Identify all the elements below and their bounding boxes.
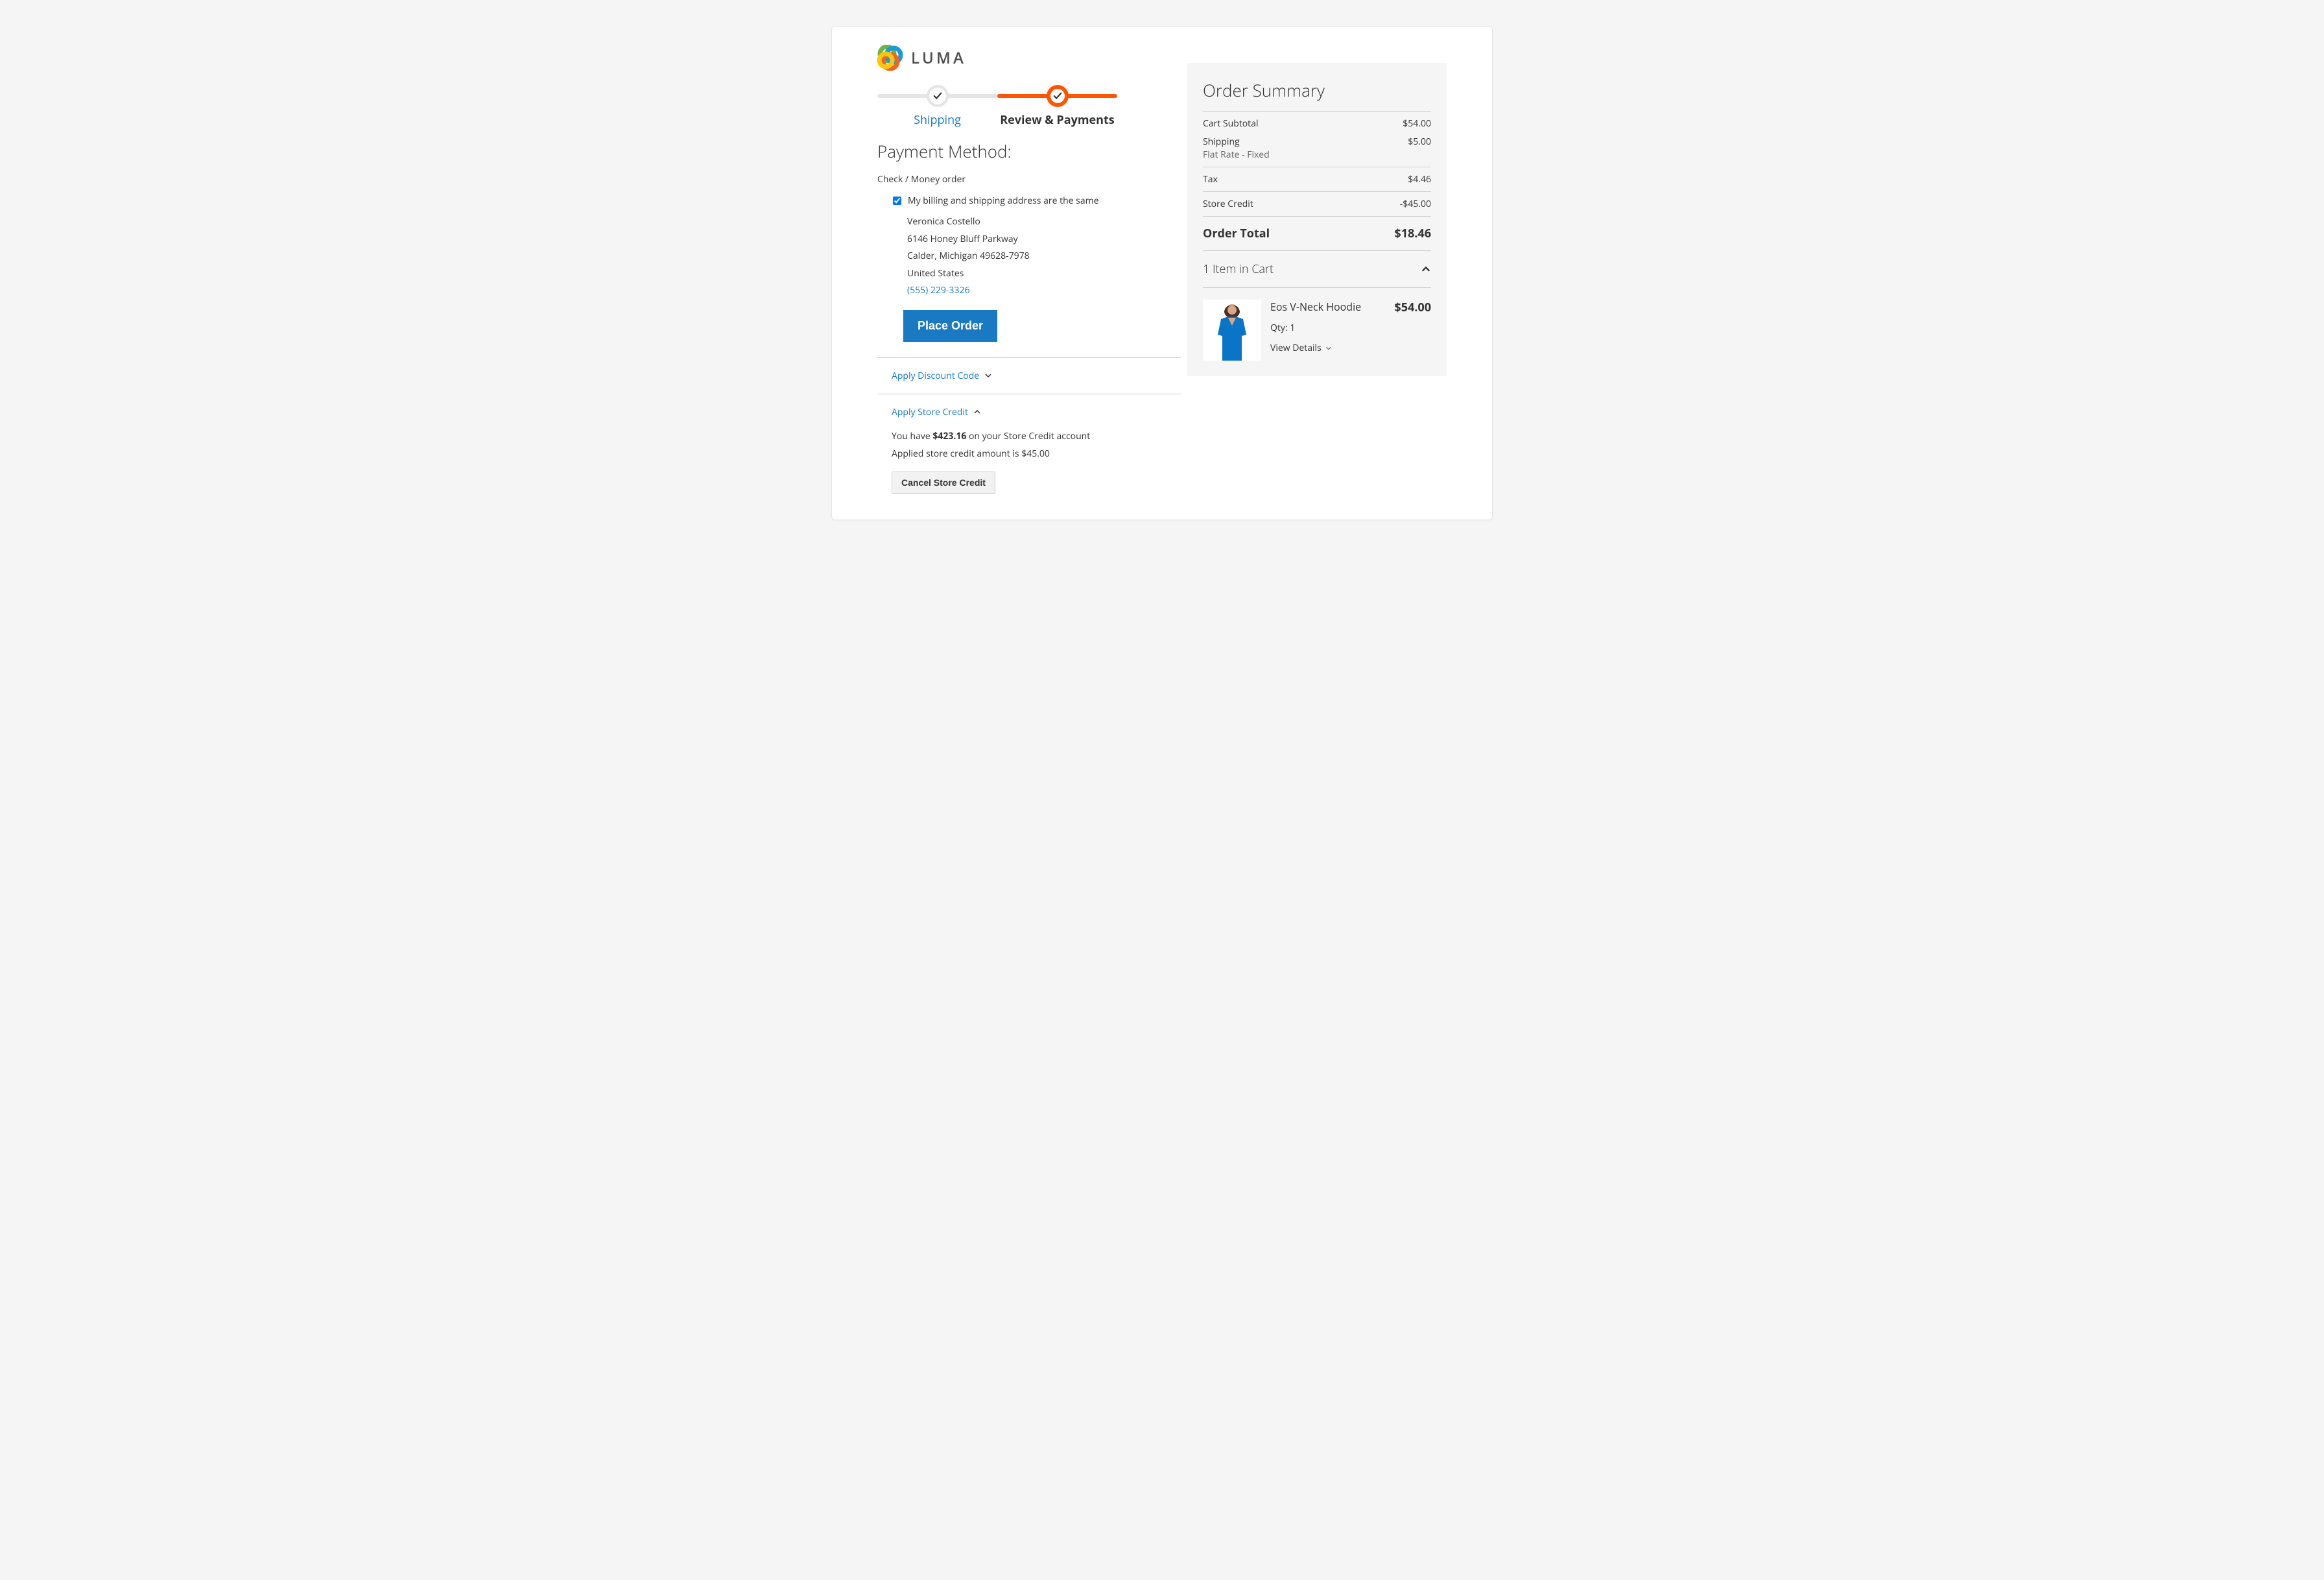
summary-row-total: Order Total $18.46 bbox=[1203, 216, 1431, 250]
address-name: Veronica Costello bbox=[907, 213, 1181, 231]
address-street: 6146 Honey Bluff Parkway bbox=[907, 231, 1181, 248]
address-phone[interactable]: (555) 229-3326 bbox=[907, 282, 1181, 300]
checkout-progress bbox=[877, 85, 1117, 107]
summary-row-credit: Store Credit -$45.00 bbox=[1203, 191, 1431, 216]
cart-items-toggle[interactable]: 1 Item in Cart bbox=[1203, 250, 1431, 287]
apply-store-credit-toggle[interactable]: Apply Store Credit bbox=[877, 394, 1181, 430]
store-credit-applied: Applied store credit amount is $45.00 bbox=[892, 448, 1181, 460]
cart-items: Eos V-Neck Hoodie Qty: 1 View Details $5… bbox=[1203, 287, 1431, 361]
summary-row-tax: Tax $4.46 bbox=[1203, 167, 1431, 191]
cart-item-price: $54.00 bbox=[1394, 300, 1431, 315]
main-column: LUMA Shipping Review & Payments Payment … bbox=[877, 45, 1181, 494]
chevron-down-icon bbox=[1325, 345, 1332, 352]
apply-discount-toggle[interactable]: Apply Discount Code bbox=[877, 358, 1181, 394]
chevron-up-icon bbox=[1421, 264, 1431, 274]
billing-address: Veronica Costello 6146 Honey Bluff Parkw… bbox=[907, 213, 1181, 300]
check-icon bbox=[1053, 91, 1062, 101]
same-address-row[interactable]: My billing and shipping address are the … bbox=[893, 195, 1181, 207]
order-summary: Order Summary Cart Subtotal $54.00 Shipp… bbox=[1187, 63, 1447, 376]
place-order-button[interactable]: Place Order bbox=[903, 310, 997, 342]
same-address-checkbox[interactable] bbox=[893, 197, 901, 205]
check-icon bbox=[933, 91, 942, 101]
step-labels: Shipping Review & Payments bbox=[877, 112, 1117, 128]
same-address-label: My billing and shipping address are the … bbox=[908, 195, 1098, 207]
payment-method-name: Check / Money order bbox=[877, 173, 1181, 186]
cart-item-qty: Qty: 1 bbox=[1270, 322, 1382, 334]
address-city: Calder, Michigan 49628-7978 bbox=[907, 248, 1181, 265]
apply-discount-label: Apply Discount Code bbox=[892, 370, 979, 382]
summary-row-subtotal: Cart Subtotal $54.00 bbox=[1203, 111, 1431, 136]
step-review-label: Review & Payments bbox=[997, 112, 1117, 128]
step-shipping-circle[interactable] bbox=[927, 85, 949, 107]
cart-item: Eos V-Neck Hoodie Qty: 1 View Details $5… bbox=[1203, 300, 1431, 361]
cart-item-name: Eos V-Neck Hoodie bbox=[1270, 300, 1382, 314]
brand-name: LUMA bbox=[911, 47, 966, 69]
cart-item-thumbnail bbox=[1203, 300, 1261, 361]
step-review-circle bbox=[1047, 85, 1069, 107]
address-country: United States bbox=[907, 265, 1181, 283]
apply-store-credit-label: Apply Store Credit bbox=[892, 406, 968, 418]
checkout-card: LUMA Shipping Review & Payments Payment … bbox=[831, 26, 1493, 520]
chevron-down-icon bbox=[984, 372, 992, 379]
cart-items-heading: 1 Item in Cart bbox=[1203, 261, 1274, 277]
view-details-toggle[interactable]: View Details bbox=[1270, 342, 1382, 354]
product-image-icon bbox=[1206, 302, 1258, 361]
chevron-up-icon bbox=[973, 408, 981, 416]
order-summary-title: Order Summary bbox=[1203, 78, 1431, 102]
luma-logo-icon bbox=[877, 45, 903, 71]
cancel-store-credit-button[interactable]: Cancel Store Credit bbox=[892, 472, 995, 494]
payment-method-title: Payment Method: bbox=[877, 139, 1181, 163]
step-shipping-label[interactable]: Shipping bbox=[877, 112, 997, 128]
summary-row-shipping: Shipping Flat Rate - Fixed $5.00 bbox=[1203, 136, 1431, 167]
store-credit-balance: You have $423.16 on your Store Credit ac… bbox=[892, 430, 1181, 442]
brand-logo: LUMA bbox=[877, 45, 1181, 71]
